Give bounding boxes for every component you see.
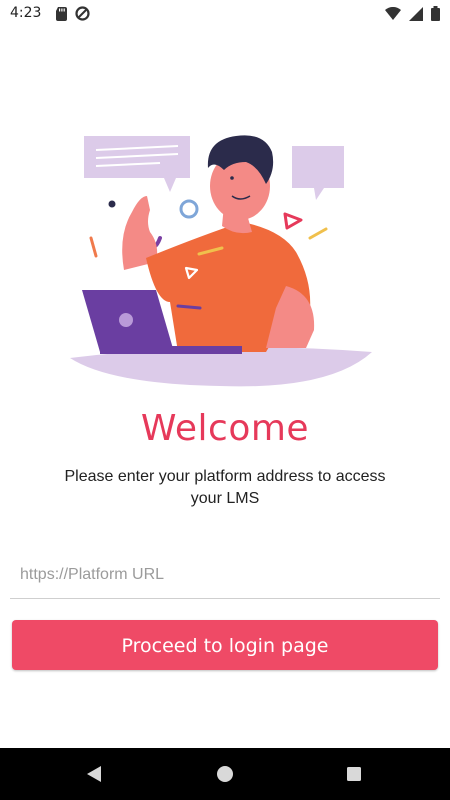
status-bar: 4:23 — [0, 0, 450, 28]
home-icon[interactable] — [213, 762, 237, 786]
person-with-laptop-illustration — [0, 120, 450, 400]
welcome-subtitle: Please enter your platform address to ac… — [64, 468, 386, 507]
battery-icon — [431, 6, 440, 25]
back-icon[interactable] — [82, 762, 106, 786]
wifi-icon — [385, 6, 401, 25]
status-time: 4:23 — [10, 5, 42, 21]
welcome-title: Welcome — [140, 408, 310, 449]
data-saver-icon — [75, 6, 90, 25]
proceed-to-login-button[interactable]: Proceed to login page — [12, 620, 438, 670]
navigation-bar — [0, 748, 450, 800]
platform-url-input[interactable] — [10, 551, 440, 599]
platform-url-field[interactable] — [10, 551, 440, 599]
sd-card-icon — [56, 6, 67, 25]
signal-icon — [409, 6, 423, 25]
recents-icon[interactable] — [342, 762, 366, 786]
